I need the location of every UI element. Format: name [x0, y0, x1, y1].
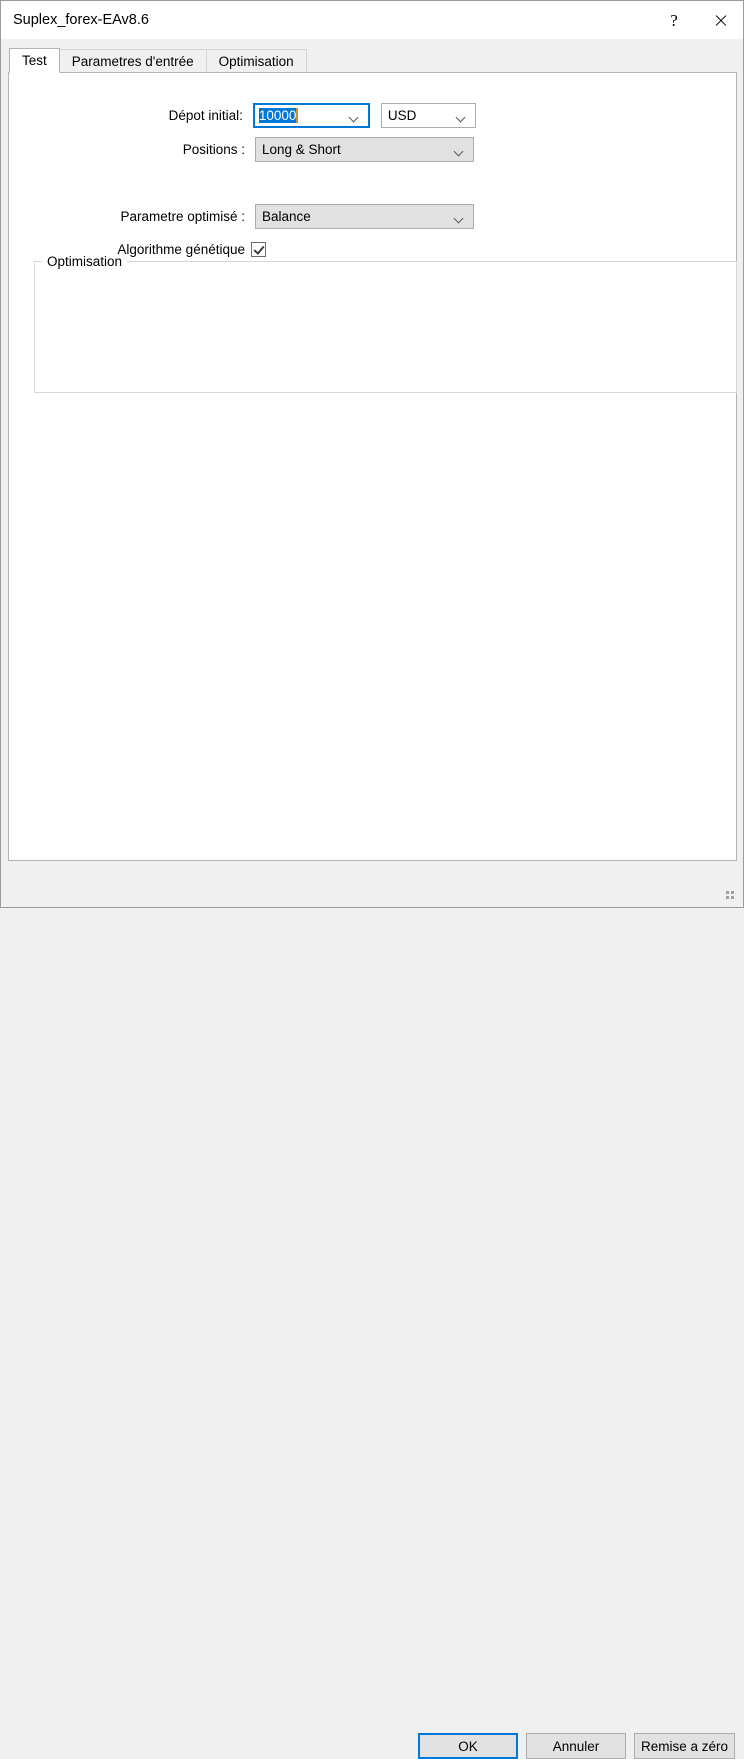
optimisation-groupbox — [34, 261, 737, 393]
deposit-value: 10000 — [258, 108, 297, 123]
optimised-parameter-label: Parametre optimisé : — [120, 209, 245, 224]
window-title: Suplex_forex-EAv8.6 — [13, 12, 149, 28]
positions-value: Long & Short — [262, 142, 341, 157]
cancel-button[interactable]: Annuler — [526, 1733, 626, 1759]
tab-row: Test Parametres d'entrée Optimisation — [9, 48, 307, 73]
positions-label: Positions : — [182, 142, 245, 157]
tab-parametres-d-entree[interactable]: Parametres d'entrée — [58, 49, 207, 73]
tab-label: Test — [22, 53, 47, 68]
tab-test[interactable]: Test — [9, 48, 60, 73]
genetic-algorithm-row: Algorithme génétique — [9, 242, 476, 257]
tab-label: Parametres d'entrée — [71, 53, 194, 69]
resize-grip[interactable] — [726, 891, 737, 902]
tab-panel-test: Dépot initial: 10000 USD Positions : Lon… — [8, 72, 737, 861]
close-button[interactable] — [697, 1, 743, 39]
tab-strip: Test Parametres d'entrée Optimisation — [2, 39, 743, 73]
chevron-down-icon[interactable] — [350, 114, 359, 119]
chevron-down-icon[interactable] — [455, 215, 464, 220]
close-icon — [714, 14, 727, 27]
help-button[interactable]: ? — [651, 1, 697, 39]
deposit-row: Dépot initial: 10000 USD — [9, 103, 476, 128]
text-caret — [296, 108, 299, 123]
reset-button[interactable]: Remise a zéro — [634, 1733, 735, 1759]
dialog-footer: OK Annuler Remise a zéro — [2, 862, 743, 1759]
dialog-window: Suplex_forex-EAv8.6 ? Test Parametres d'… — [0, 0, 744, 1759]
deposit-label: Dépot initial: — [168, 108, 243, 123]
title-bar-buttons: ? — [651, 1, 743, 39]
deposit-input[interactable]: 10000 — [252, 103, 370, 128]
positions-row: Positions : Long & Short — [9, 137, 476, 162]
optimised-parameter-row: Parametre optimisé : Balance — [9, 204, 476, 229]
tab-optimisation[interactable]: Optimisation — [205, 49, 307, 73]
optimised-parameter-value: Balance — [262, 209, 311, 224]
genetic-algorithm-label: Algorithme génétique — [117, 242, 245, 257]
positions-select[interactable]: Long & Short — [255, 137, 474, 162]
optimised-parameter-select[interactable]: Balance — [255, 204, 474, 229]
currency-select[interactable]: USD — [380, 103, 476, 128]
genetic-algorithm-checkbox[interactable] — [251, 242, 266, 257]
ok-button[interactable]: OK — [418, 1733, 518, 1759]
question-mark-icon: ? — [670, 10, 678, 30]
chevron-down-icon[interactable] — [457, 114, 466, 119]
currency-value: USD — [387, 108, 417, 123]
title-bar: Suplex_forex-EAv8.6 ? — [1, 1, 743, 39]
tab-label: Optimisation — [218, 53, 294, 69]
chevron-down-icon[interactable] — [455, 148, 464, 153]
